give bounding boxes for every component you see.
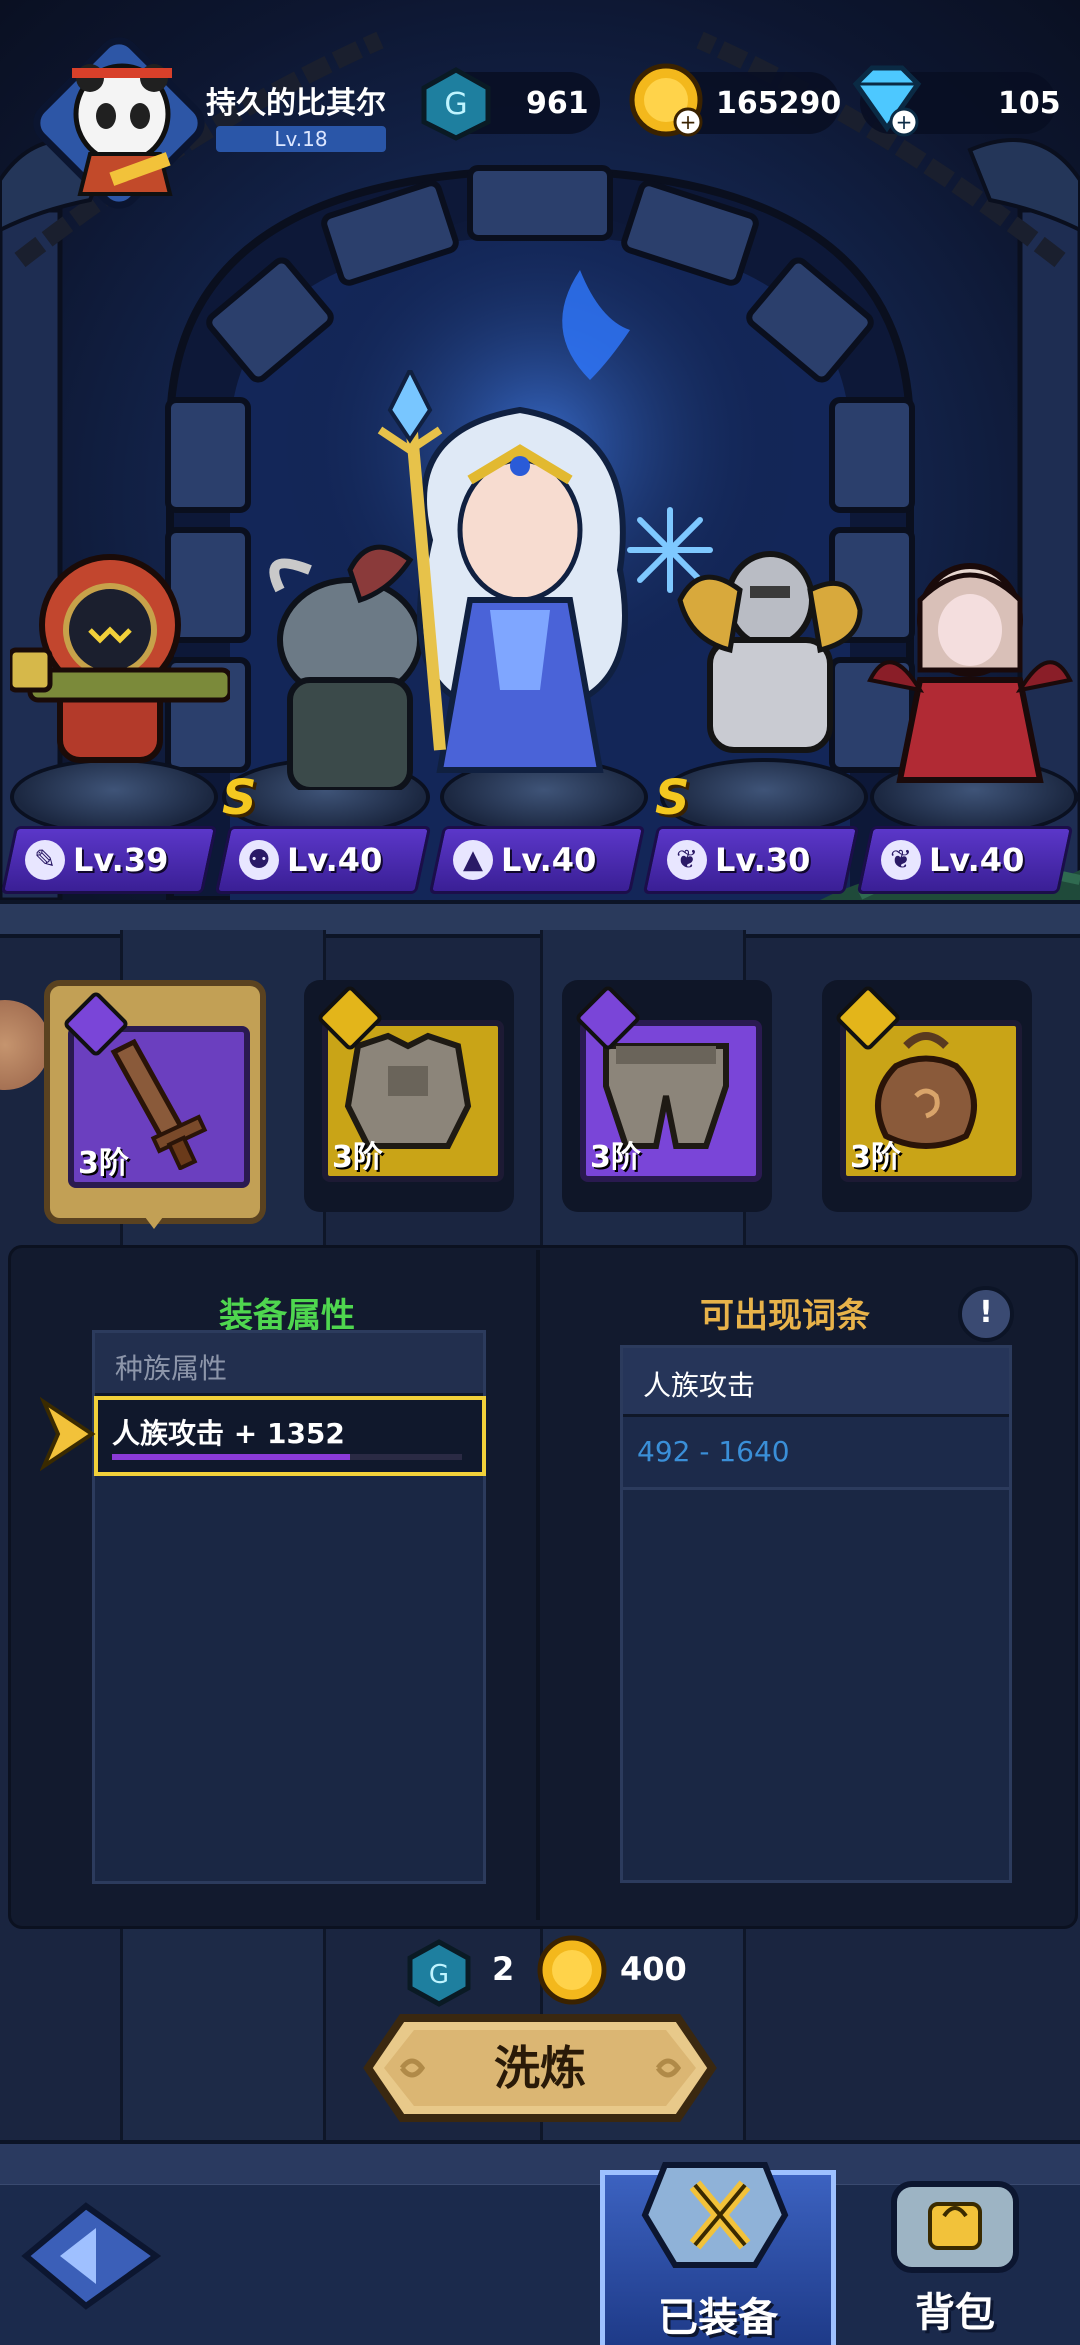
selected-attribute-row[interactable]: 人族攻击 + 1352 bbox=[94, 1396, 486, 1476]
nav-tab-equipped[interactable]: 已装备 bbox=[600, 2162, 836, 2345]
diver-gunner-hero[interactable] bbox=[10, 540, 230, 780]
bag-label: 背包 bbox=[915, 2290, 995, 2336]
info-divider bbox=[536, 1250, 540, 1920]
affix-header-row: 人族攻击 bbox=[623, 1348, 1009, 1417]
tier-label: 3阶 bbox=[332, 1140, 383, 1175]
info-icon[interactable]: ! bbox=[958, 1286, 1014, 1342]
tier-label: 3阶 bbox=[78, 1146, 129, 1181]
hero-level: Lv.40 bbox=[929, 841, 1025, 879]
tier-label: 3阶 bbox=[590, 1140, 641, 1175]
player-level: Lv.18 bbox=[216, 126, 386, 152]
svg-text:+: + bbox=[896, 110, 913, 134]
hero-level: Lv.30 bbox=[715, 841, 811, 879]
player-avatar[interactable] bbox=[24, 28, 214, 218]
hero-level-badge[interactable]: ❦ Lv.30 bbox=[642, 826, 860, 894]
attribute-progress-bar bbox=[112, 1454, 462, 1460]
wing-icon: ❦ bbox=[881, 840, 921, 880]
tier-label: 3阶 bbox=[850, 1140, 901, 1175]
wing-icon: ❦ bbox=[667, 840, 707, 880]
hero-level-badge[interactable]: ✎ Lv.39 bbox=[0, 826, 218, 894]
rune-stone-icon: G bbox=[421, 67, 491, 141]
wrench-icon: ✎ bbox=[25, 840, 65, 880]
equipped-label: 已装备 bbox=[658, 2295, 778, 2341]
equip-slot-legs[interactable]: 3阶 bbox=[562, 980, 772, 1212]
rune-stone-value: 961 bbox=[526, 86, 589, 121]
ice-sorceress-hero[interactable] bbox=[340, 370, 700, 790]
backpack-icon bbox=[891, 2181, 1019, 2273]
svg-text:G: G bbox=[429, 1960, 449, 1990]
selected-pointer-icon bbox=[136, 1205, 172, 1229]
hero-level-badge[interactable]: ❦ Lv.40 bbox=[856, 826, 1074, 894]
s-rank-badge: S bbox=[655, 770, 690, 826]
diamond-value: 105 bbox=[998, 86, 1061, 121]
nav-tab-bag[interactable]: 背包 bbox=[850, 2170, 1060, 2340]
attribute-section-header: 种族属性 bbox=[95, 1333, 483, 1396]
affix-range-row: 492 - 1640 bbox=[623, 1417, 1009, 1490]
affix-range: 492 - 1640 bbox=[637, 1435, 790, 1468]
vampire-lady-hero[interactable] bbox=[860, 560, 1080, 790]
hero-level: Lv.39 bbox=[73, 841, 169, 879]
hero-level: Lv.40 bbox=[501, 841, 597, 879]
player-name: 持久的比其尔 bbox=[206, 86, 386, 121]
stone-cost: 2 bbox=[492, 1950, 515, 1988]
beast-claw-icon: ⚉ bbox=[239, 840, 279, 880]
rune-stone-icon: G bbox=[407, 1939, 471, 2007]
panda-avatar-icon bbox=[72, 63, 173, 196]
back-arrow-icon[interactable] bbox=[16, 2196, 166, 2316]
section-label: 种族属性 bbox=[115, 1352, 228, 1385]
player-info: 持久的比其尔 Lv.18 bbox=[196, 76, 426, 152]
wash-button[interactable]: 洗炼 bbox=[362, 2010, 718, 2126]
gold-coin-icon[interactable]: + bbox=[626, 60, 706, 140]
selection-arrow-icon bbox=[40, 1396, 96, 1472]
equip-slot-weapon[interactable]: 3阶 bbox=[44, 980, 266, 1224]
equip-slot-chest[interactable]: 3阶 bbox=[304, 980, 514, 1212]
diamond-icon[interactable]: + bbox=[842, 60, 932, 140]
equip-slot-accessory[interactable]: 3阶 bbox=[822, 980, 1032, 1212]
svg-text:G: G bbox=[444, 87, 467, 122]
golden-paladin-hero[interactable] bbox=[660, 540, 880, 780]
equipped-gear-icon bbox=[641, 2162, 789, 2268]
gold-coin-icon bbox=[537, 1935, 607, 2005]
affix-label: 人族攻击 bbox=[643, 1369, 756, 1402]
gold-value: 165290 bbox=[716, 86, 842, 121]
selected-attribute-text: 人族攻击 + 1352 bbox=[112, 1417, 345, 1450]
gold-cost: 400 bbox=[620, 1950, 687, 1988]
hero-level-badge[interactable]: ▲ Lv.40 bbox=[428, 826, 646, 894]
hero-level: Lv.40 bbox=[287, 841, 383, 879]
svg-text:+: + bbox=[680, 110, 697, 134]
hero-level-badge[interactable]: ⚉ Lv.40 bbox=[214, 826, 432, 894]
s-rank-badge: S bbox=[222, 770, 257, 826]
mage-hat-icon: ▲ bbox=[453, 840, 493, 880]
possible-affix-list: 人族攻击 492 - 1640 bbox=[620, 1345, 1012, 1883]
possible-affixes-title: 可出现词条 bbox=[700, 1296, 870, 1336]
